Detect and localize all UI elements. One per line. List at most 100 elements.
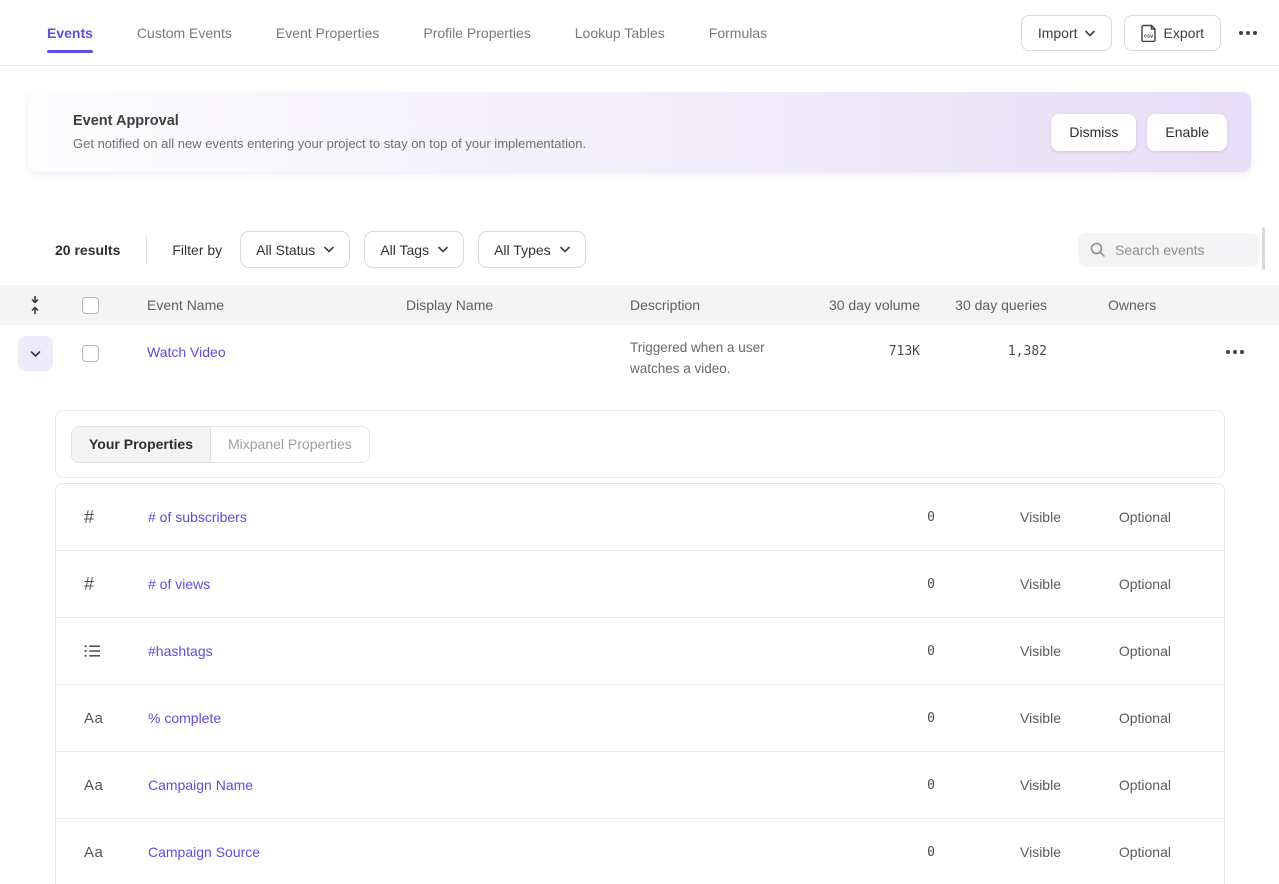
property-count: 0	[814, 845, 935, 860]
top-nav: Events Custom Events Event Properties Pr…	[0, 0, 1279, 66]
select-all-checkbox[interactable]	[82, 297, 99, 314]
property-requirement: Optional	[1061, 777, 1171, 793]
row-checkbox[interactable]	[82, 345, 99, 362]
property-visibility: Visible	[935, 576, 1061, 592]
col-event-name: Event Name	[132, 297, 395, 313]
banner-description: Get notified on all new events entering …	[73, 136, 586, 151]
property-row: # # of subscribers 0 Visible Optional	[56, 484, 1224, 551]
tab-formulas[interactable]: Formulas	[709, 0, 767, 66]
results-count: 20 results	[55, 242, 120, 258]
ellipsis-icon	[1239, 31, 1243, 35]
col-30-day-queries: 30 day queries	[920, 297, 1047, 313]
tags-filter-dropdown[interactable]: All Tags	[364, 231, 464, 268]
property-name-link[interactable]: Campaign Name	[148, 777, 814, 793]
table-row: Watch Video Triggered when a user watche…	[0, 325, 1279, 412]
properties-list-card: # # of subscribers 0 Visible Optional # …	[55, 483, 1225, 884]
property-requirement: Optional	[1061, 710, 1171, 726]
event-approval-banner: Event Approval Get notified on all new e…	[28, 92, 1251, 172]
property-requirement: Optional	[1061, 509, 1171, 525]
export-label: Export	[1164, 25, 1204, 41]
nav-actions: Import csv Export	[1021, 15, 1263, 51]
banner-actions: Dismiss Enable	[1051, 114, 1227, 151]
banner-title: Event Approval	[73, 113, 586, 129]
chevron-down-icon	[324, 246, 334, 253]
hash-icon: #	[56, 574, 148, 595]
filter-by-label: Filter by	[172, 242, 222, 258]
property-row: Aa % complete 0 Visible Optional	[56, 685, 1224, 752]
search-box	[1078, 233, 1259, 267]
event-30-day-volume: 713K	[805, 325, 920, 359]
text-icon: Aa	[56, 710, 148, 727]
banner-text: Event Approval Get notified on all new e…	[73, 113, 586, 151]
property-name-link[interactable]: Campaign Source	[148, 844, 814, 860]
property-row: Aa Campaign Name 0 Visible Optional	[56, 752, 1224, 819]
event-name-link[interactable]: Watch Video	[132, 325, 395, 360]
row-more-button[interactable]	[1190, 325, 1279, 354]
property-row: Aa Campaign Source 0 Visible Optional	[56, 819, 1224, 884]
dismiss-button[interactable]: Dismiss	[1051, 114, 1136, 151]
property-row: #hashtags 0 Visible Optional	[56, 618, 1224, 685]
properties-tabs-card: Your Properties Mixpanel Properties	[55, 410, 1225, 478]
lexicon-page: Events Custom Events Event Properties Pr…	[0, 0, 1279, 884]
property-name-link[interactable]: % complete	[148, 710, 814, 726]
tab-custom-events[interactable]: Custom Events	[137, 0, 232, 66]
property-count: 0	[814, 510, 935, 525]
chevron-down-icon	[1085, 30, 1095, 37]
collapse-row-button[interactable]	[18, 336, 53, 371]
property-visibility: Visible	[935, 844, 1061, 860]
svg-text:csv: csv	[1144, 34, 1154, 40]
properties-tab-group: Your Properties Mixpanel Properties	[71, 426, 370, 463]
import-button[interactable]: Import	[1021, 15, 1112, 51]
property-visibility: Visible	[935, 710, 1061, 726]
hash-icon: #	[56, 507, 148, 528]
property-requirement: Optional	[1061, 844, 1171, 860]
property-name-link[interactable]: # of views	[148, 576, 814, 592]
enable-button[interactable]: Enable	[1147, 114, 1227, 151]
csv-file-icon: csv	[1141, 24, 1157, 42]
types-filter-dropdown[interactable]: All Types	[478, 231, 586, 268]
collapse-all-icon[interactable]	[0, 295, 70, 315]
search-input[interactable]	[1115, 242, 1245, 258]
event-30-day-queries: 1,382	[920, 325, 1047, 359]
tab-lookup-tables[interactable]: Lookup Tables	[575, 0, 665, 66]
property-name-link[interactable]: #hashtags	[148, 643, 814, 659]
import-label: Import	[1038, 25, 1078, 41]
chevron-down-icon	[560, 246, 570, 253]
property-visibility: Visible	[935, 643, 1061, 659]
property-visibility: Visible	[935, 509, 1061, 525]
chevron-down-icon	[438, 246, 448, 253]
property-visibility: Visible	[935, 777, 1061, 793]
nav-more-button[interactable]	[1233, 15, 1263, 51]
export-button[interactable]: csv Export	[1124, 15, 1221, 51]
ellipsis-icon	[1226, 350, 1230, 354]
tab-your-properties[interactable]: Your Properties	[72, 427, 211, 462]
col-owners: Owners	[1047, 297, 1190, 313]
property-count: 0	[814, 711, 935, 726]
property-requirement: Optional	[1061, 643, 1171, 659]
status-filter-dropdown[interactable]: All Status	[240, 231, 350, 268]
tab-profile-properties[interactable]: Profile Properties	[423, 0, 530, 66]
search-icon	[1090, 242, 1106, 258]
text-icon: Aa	[56, 777, 148, 794]
property-count: 0	[814, 778, 935, 793]
property-requirement: Optional	[1061, 576, 1171, 592]
col-display-name: Display Name	[395, 297, 618, 313]
text-icon: Aa	[56, 844, 148, 861]
chevron-down-icon	[30, 350, 41, 358]
event-description: Triggered when a user watches a video.	[618, 325, 805, 379]
tab-events[interactable]: Events	[47, 0, 93, 66]
col-30-day-volume: 30 day volume	[805, 297, 920, 313]
tab-event-properties[interactable]: Event Properties	[276, 0, 380, 66]
list-icon	[56, 643, 148, 659]
property-row: # # of views 0 Visible Optional	[56, 551, 1224, 618]
divider	[146, 236, 147, 264]
property-count: 0	[814, 644, 935, 659]
property-count: 0	[814, 577, 935, 592]
events-table-header: Event Name Display Name Description 30 d…	[0, 285, 1279, 325]
tab-mixpanel-properties[interactable]: Mixpanel Properties	[211, 427, 369, 462]
nav-tab-bar: Events Custom Events Event Properties Pr…	[47, 0, 767, 66]
filter-bar: 20 results Filter by All Status All Tags…	[55, 231, 600, 268]
col-description: Description	[618, 297, 805, 313]
property-name-link[interactable]: # of subscribers	[148, 509, 814, 525]
scrollbar-thumb[interactable]	[1262, 227, 1265, 270]
